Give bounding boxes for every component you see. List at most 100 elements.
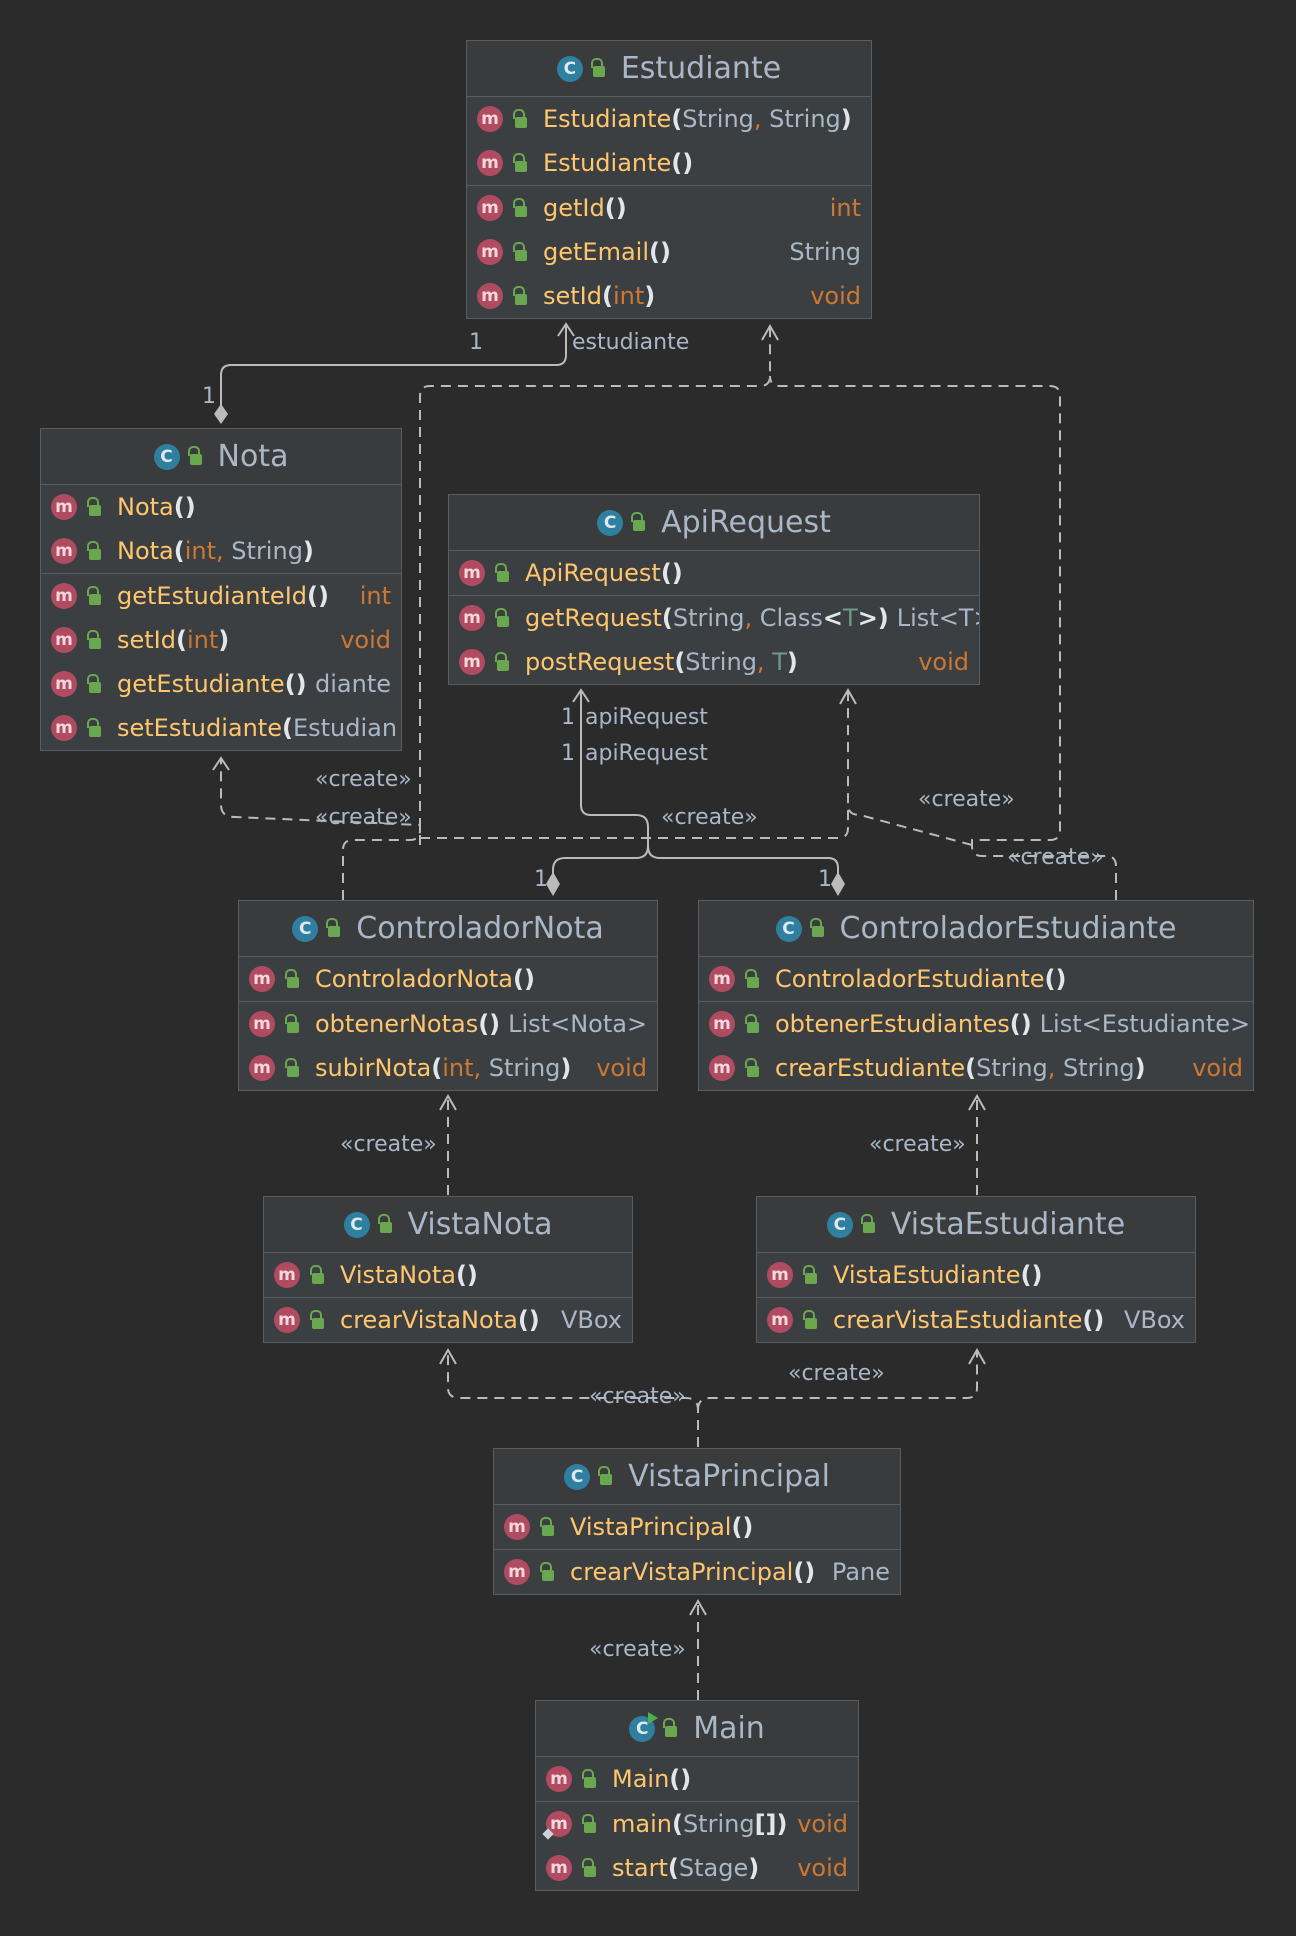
method-row[interactable]: m VistaPrincipal() (494, 1505, 900, 1549)
constructors-section: m Nota() m Nota(int, String) (41, 485, 401, 573)
method-icon: m (709, 1055, 735, 1081)
method-icon: m (709, 966, 735, 992)
constructors-section: m ControladorNota() (239, 957, 657, 1001)
class-icon: C (153, 443, 180, 470)
methods-section: m getRequest(String, Class<T>)List<T> m pos… (449, 595, 979, 684)
class-controladorestudiante[interactable]: C ControladorEstudiante m ControladorEstudi… (698, 900, 1254, 1091)
method-row[interactable]: m setEstudiante(Estudian (41, 706, 401, 750)
method-icon: m (477, 106, 503, 132)
method-row[interactable]: m postRequest(String, T) void (449, 640, 979, 684)
method-row[interactable]: m Nota(int, String) (41, 529, 401, 573)
class-vistaestudiante[interactable]: C VistaEstudiante m VistaEstudiante() m crear… (756, 1196, 1196, 1343)
method-signature: obtenerNotas() (315, 1010, 501, 1038)
method-icon: m (274, 1307, 300, 1333)
method-row[interactable]: m getRequest(String, Class<T>)List<T> (449, 596, 979, 640)
method-icon: m (51, 715, 77, 741)
method-signature: Estudiante(String, String) (543, 105, 852, 133)
class-name: Main (693, 1711, 765, 1746)
composition-diamond-nota (214, 404, 228, 424)
runnable-class-icon: C (629, 1711, 659, 1742)
public-lock-icon (495, 651, 509, 671)
method-icon: m (546, 1766, 572, 1792)
method-signature: getEmail() (543, 238, 671, 266)
method-row[interactable]: m getId() int (467, 186, 871, 230)
public-lock-icon (285, 1013, 299, 1033)
method-row[interactable]: m VistaNota() (264, 1253, 632, 1297)
public-lock-icon (87, 540, 101, 560)
method-row[interactable]: m main(String[]) void (536, 1802, 858, 1846)
methods-section: m obtenerNotas() List<Nota> m subirNota(int,… (239, 1001, 657, 1090)
method-signature: setId(int) (117, 626, 230, 654)
method-row[interactable]: m start(Stage) void (536, 1846, 858, 1890)
public-lock-icon (582, 1768, 596, 1788)
return-type: int (829, 194, 861, 222)
class-controladornota[interactable]: C ControladorNota m ControladorNota() m obten… (238, 900, 658, 1091)
method-row[interactable]: m Estudiante() (467, 141, 871, 185)
role-api-2: apiRequest (585, 741, 708, 766)
public-lock-icon (582, 1857, 596, 1877)
return-type: void (797, 1854, 848, 1882)
return-type: List<T> (896, 604, 979, 632)
method-icon: m (249, 1055, 275, 1081)
create-label-5: «create» (1007, 845, 1104, 870)
method-row[interactable]: m crearVistaEstudiante() VBox (757, 1298, 1195, 1342)
public-lock-icon (809, 918, 824, 937)
method-row[interactable]: m obtenerNotas() List<Nota> (239, 1002, 657, 1046)
public-lock-icon (187, 446, 202, 465)
method-row[interactable]: m getEmail() String (467, 230, 871, 274)
class-header: C ControladorNota (239, 901, 657, 957)
method-row[interactable]: m getEstudianteId() int (41, 574, 401, 618)
class-nota[interactable]: C Nota m Nota() m Nota(int, String) m getEstudi… (40, 428, 402, 751)
class-name: ApiRequest (661, 505, 831, 540)
class-main[interactable]: C Main m Main() m main(String[]) void m start(St… (535, 1700, 859, 1891)
public-lock-icon (87, 629, 101, 649)
method-signature: crearVistaEstudiante() (833, 1306, 1105, 1334)
role-estudiante: estudiante (572, 330, 690, 355)
method-icon: m (459, 605, 485, 631)
method-row[interactable]: m setId(int) void (41, 618, 401, 662)
class-name: Nota (217, 439, 289, 474)
method-row[interactable]: m ApiRequest() (449, 551, 979, 595)
method-signature: Nota(int, String) (117, 537, 314, 565)
class-header: C Nota (41, 429, 401, 485)
class-apirequest[interactable]: C ApiRequest m ApiRequest() m getRequest(Stri… (448, 494, 980, 685)
method-row[interactable]: m subirNota(int, String) void (239, 1046, 657, 1090)
method-row[interactable]: m obtenerEstudiantes() List<Estudiante> (699, 1002, 1253, 1046)
class-estudiante[interactable]: C Estudiante m Estudiante(String, String) m E… (466, 40, 872, 319)
return-type: void (1192, 1054, 1243, 1082)
method-icon: m (504, 1559, 530, 1585)
constructors-section: m ControladorEstudiante() (699, 957, 1253, 1001)
method-row[interactable]: m Main() (536, 1757, 858, 1801)
class-vistaprincipal[interactable]: C VistaPrincipal m VistaPrincipal() m crearVi… (493, 1448, 901, 1595)
method-row[interactable]: m Nota() (41, 485, 401, 529)
class-icon: C (343, 1211, 370, 1238)
public-lock-icon (310, 1309, 324, 1329)
multiplicity-ce: 1 (818, 867, 832, 892)
method-signature: setId(int) (543, 282, 656, 310)
methods-section: m obtenerEstudiantes() List<Estudiante> m cr… (699, 1001, 1253, 1090)
method-row[interactable]: m Estudiante(String, String) (467, 97, 871, 141)
multiplicity-nota: 1 (202, 384, 216, 409)
public-lock-icon (513, 197, 527, 217)
method-signature: Main() (612, 1765, 692, 1793)
public-lock-icon (582, 1813, 596, 1833)
method-row[interactable]: m setId(int) void (467, 274, 871, 318)
method-row[interactable]: m crearEstudiante(String, String) void (699, 1046, 1253, 1090)
public-lock-icon (745, 1057, 759, 1077)
public-lock-icon (860, 1214, 875, 1233)
method-row[interactable]: m getEstudiante() diante (41, 662, 401, 706)
method-row[interactable]: m VistaEstudiante() (757, 1253, 1195, 1297)
public-lock-icon (513, 241, 527, 261)
class-icon: C (564, 1463, 591, 1490)
method-row[interactable]: m ControladorNota() (239, 957, 657, 1001)
method-signature: getId() (543, 194, 627, 222)
method-row[interactable]: m ControladorEstudiante() (699, 957, 1253, 1001)
method-row[interactable]: m crearVistaNota() VBox (264, 1298, 632, 1342)
return-type: List<Estudiante> (1039, 1010, 1251, 1038)
method-signature: ControladorEstudiante() (775, 965, 1067, 993)
return-type: void (596, 1054, 647, 1082)
method-icon: m (546, 1855, 572, 1881)
method-row[interactable]: m crearVistaPrincipal() Pane (494, 1550, 900, 1594)
class-vistanota[interactable]: C VistaNota m VistaNota() m crearVistaNota() V… (263, 1196, 633, 1343)
create-label-1: «create» (315, 767, 412, 792)
